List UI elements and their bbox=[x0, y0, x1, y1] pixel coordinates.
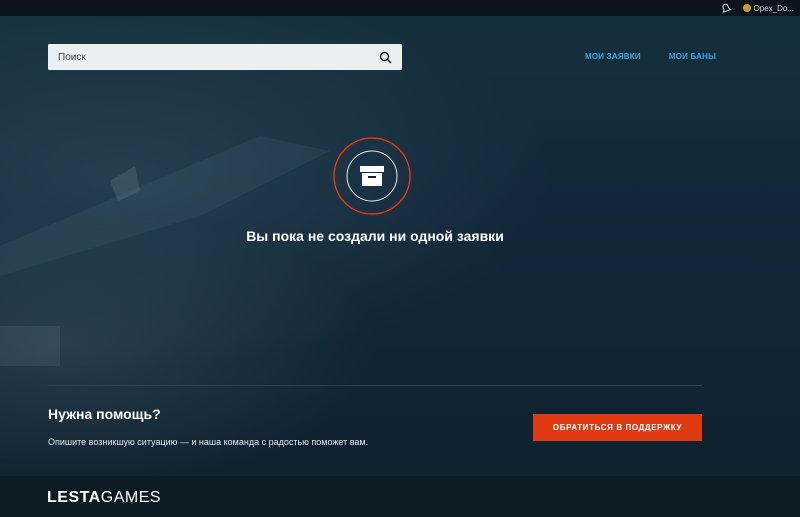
footer: LESTAGAMES bbox=[0, 476, 800, 517]
nav-my-bans[interactable]: МОИ БАНЫ bbox=[669, 52, 716, 61]
lesta-games-logo[interactable]: LESTAGAMES bbox=[47, 489, 161, 507]
help-title: Нужна помощь? bbox=[48, 406, 161, 422]
coin-icon bbox=[742, 4, 751, 12]
search-bar bbox=[48, 44, 402, 70]
logo-part-games: GAMES bbox=[100, 489, 162, 506]
search-icon[interactable] bbox=[378, 50, 392, 64]
bell-icon[interactable] bbox=[719, 1, 733, 15]
nav-my-requests[interactable]: МОИ ЗАЯВКИ bbox=[585, 52, 641, 61]
help-description: Опишите возникшую ситуацию — и наша кома… bbox=[48, 437, 369, 447]
logo-part-lesta: LESTA bbox=[47, 489, 101, 506]
empty-state-message: Вы пока не создали ни одной заявки bbox=[246, 228, 504, 244]
contact-support-button[interactable]: ОБРАТИТЬСЯ В ПОДДЕРЖКУ bbox=[533, 414, 702, 441]
user-menu[interactable]: Opex_Do... bbox=[742, 3, 794, 13]
top-bar: Opex_Do... bbox=[0, 0, 800, 16]
divider bbox=[48, 385, 702, 386]
user-name: Opex_Do... bbox=[753, 3, 794, 13]
search-input[interactable] bbox=[58, 51, 378, 63]
inbox-box-icon bbox=[332, 136, 412, 216]
top-nav: МОИ ЗАЯВКИ МОИ БАНЫ bbox=[585, 52, 716, 61]
